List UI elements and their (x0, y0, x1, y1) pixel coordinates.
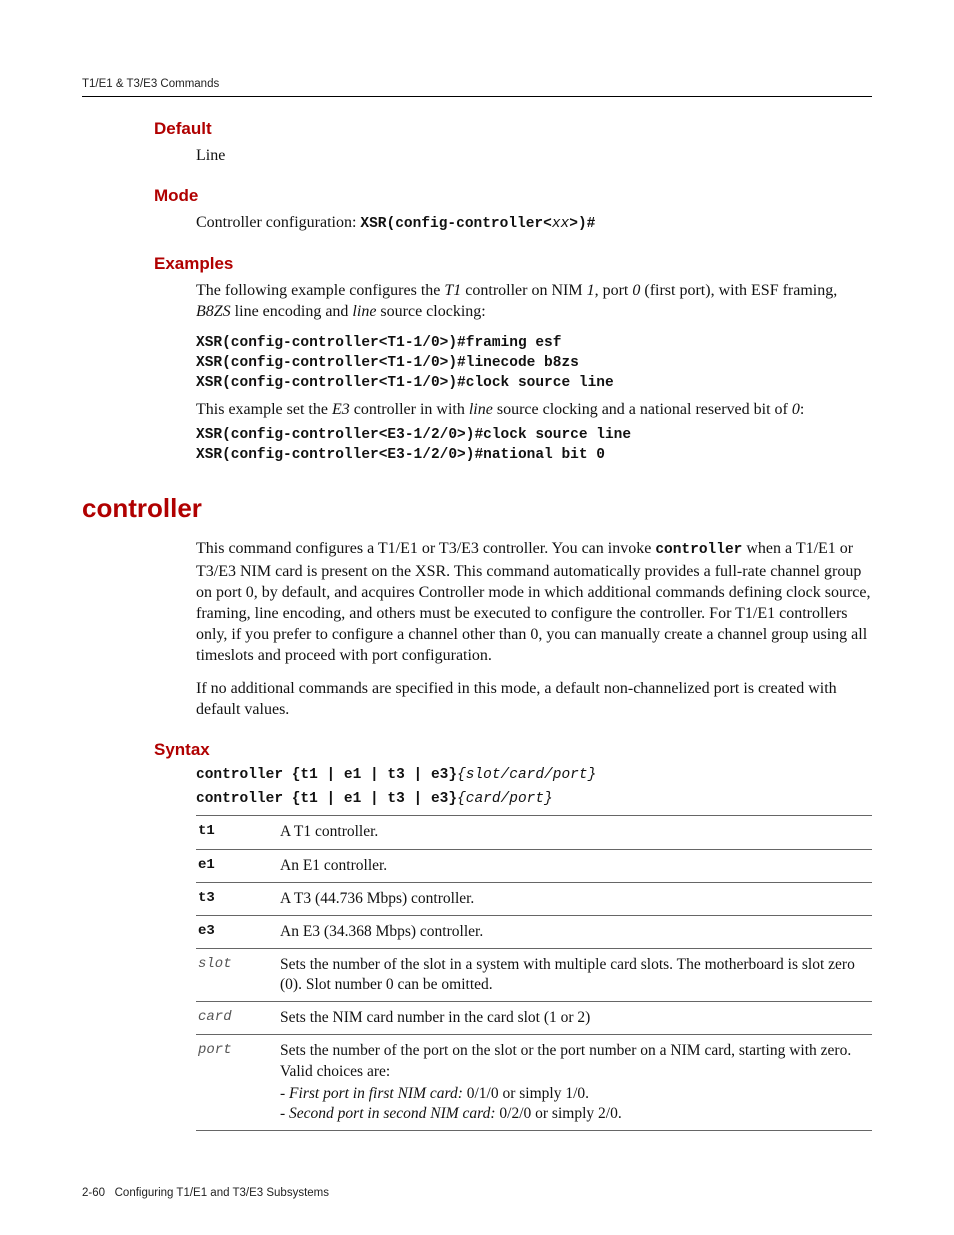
syntax-desc: A T1 controller. (278, 816, 872, 849)
heading-mode: Mode (154, 186, 872, 206)
table-row: e1An E1 controller. (196, 849, 872, 882)
syntax-keyword: t1 (196, 816, 278, 849)
examples-code1: XSR(config-controller<T1-1/0>)#framing e… (196, 334, 872, 393)
syntax-keyword: card (196, 1002, 278, 1035)
mode-code-b: >)# (569, 216, 595, 232)
heading-controller: controller (82, 493, 872, 524)
syntax-desc: Sets the number of the slot in a system … (278, 948, 872, 1001)
table-row: t3A T3 (44.736 Mbps) controller. (196, 882, 872, 915)
syntax-line1: controller {t1 | e1 | t3 | e3}{slot/card… (196, 766, 872, 786)
table-row: t1A T1 controller. (196, 816, 872, 849)
heading-syntax: Syntax (154, 740, 872, 760)
controller-p2: If no additional commands are specified … (196, 678, 872, 720)
syntax-line2: controller {t1 | e1 | t3 | e3}{card/port… (196, 790, 872, 810)
syntax-desc: An E3 (34.368 Mbps) controller. (278, 915, 872, 948)
table-row: e3An E3 (34.368 Mbps) controller. (196, 915, 872, 948)
examples-p1: The following example configures the T1 … (196, 280, 872, 322)
syntax-desc: A T3 (44.736 Mbps) controller. (278, 882, 872, 915)
heading-default: Default (154, 119, 872, 139)
chapter-title: Configuring T1/E1 and T3/E3 Subsystems (115, 1187, 329, 1199)
syntax-desc: An E1 controller. (278, 849, 872, 882)
syntax-desc: Sets the number of the port on the slot … (278, 1035, 872, 1131)
syntax-keyword: slot (196, 948, 278, 1001)
mode-code-a: XSR(config-controller< (360, 216, 551, 232)
table-row: cardSets the NIM card number in the card… (196, 1002, 872, 1035)
examples-code2: XSR(config-controller<E3-1/2/0>)#clock s… (196, 426, 872, 465)
controller-p1: This command configures a T1/E1 or T3/E3… (196, 538, 872, 666)
mode-intro: Controller configuration: (196, 214, 360, 231)
syntax-table: t1A T1 controller.e1An E1 controller.t3A… (196, 815, 872, 1131)
table-row: slotSets the number of the slot in a sys… (196, 948, 872, 1001)
heading-examples: Examples (154, 254, 872, 274)
syntax-keyword: e1 (196, 849, 278, 882)
page-number: 2-60 (82, 1187, 105, 1199)
syntax-desc: Sets the NIM card number in the card slo… (278, 1002, 872, 1035)
running-header: T1/E1 & T3/E3 Commands (82, 78, 872, 97)
syntax-keyword: port (196, 1035, 278, 1131)
mode-line: Controller configuration: XSR(config-con… (196, 212, 872, 234)
mode-code-arg: xx (552, 216, 569, 232)
syntax-keyword: t3 (196, 882, 278, 915)
syntax-keyword: e3 (196, 915, 278, 948)
table-row: portSets the number of the port on the s… (196, 1035, 872, 1131)
page-footer: 2-60 Configuring T1/E1 and T3/E3 Subsyst… (82, 1187, 329, 1199)
default-value: Line (196, 145, 872, 166)
examples-p2: This example set the E3 controller in wi… (196, 399, 872, 420)
